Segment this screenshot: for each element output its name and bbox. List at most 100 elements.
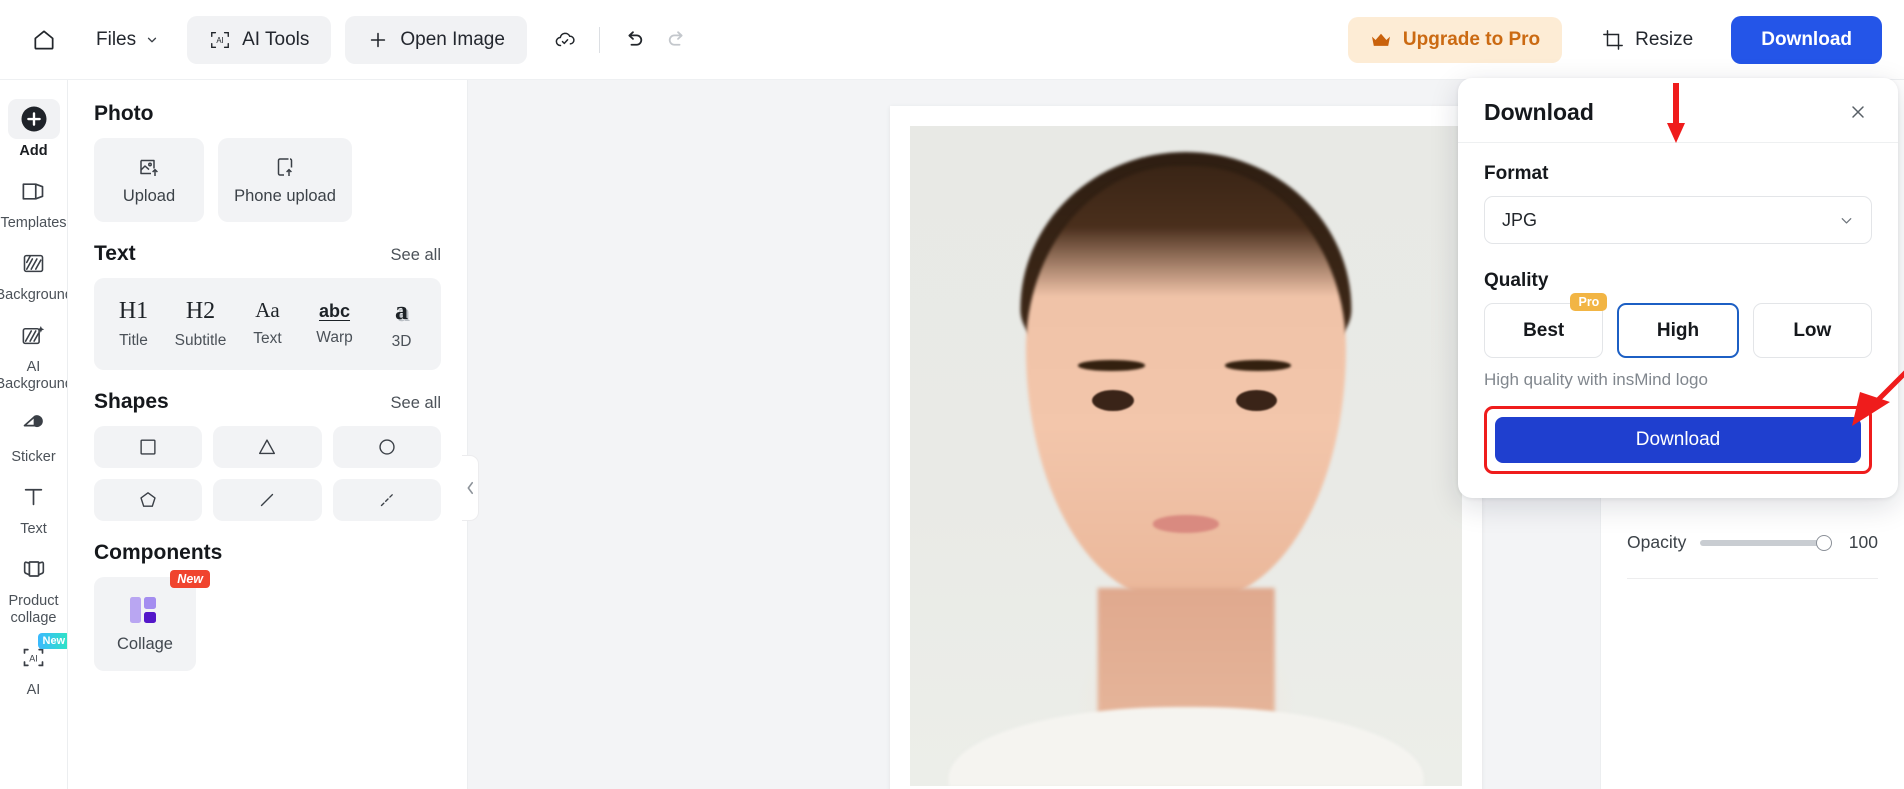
phone-upload-button[interactable]: Phone upload [218,138,352,222]
text-preset-label: Title [119,331,148,349]
sidebar-item-ai[interactable]: New AI AI [0,631,67,703]
artboard[interactable] [890,106,1482,789]
undo-button[interactable] [612,18,656,62]
warp-text-icon: abc [318,300,351,321]
sidebar-item-add[interactable]: Add [0,92,67,164]
text-preset-label: 3D [391,332,412,350]
shape-dashed-line[interactable] [332,479,441,521]
sidebar-item-label: AI Background [0,359,67,393]
svg-text:AI: AI [29,654,38,664]
download-popover-title: Download [1484,98,1594,125]
sticker-icon [8,405,60,445]
files-label: Files [96,28,137,50]
templates-icon [8,171,60,211]
shape-circle[interactable] [332,426,441,468]
sidebar-item-templates[interactable]: Templates [0,164,67,236]
triangle-shape-icon [256,436,278,458]
cloud-check-icon [553,28,577,52]
text-preset-3d[interactable]: a 3D [368,284,435,364]
sidebar-item-label: Templates [0,215,67,232]
heading-1-icon: H1 [118,297,149,324]
circle-shape-icon [376,436,398,458]
shapes-section-title: Shapes [94,390,169,413]
shape-triangle[interactable] [213,426,322,468]
shapes-section-header: Shapes See all [94,390,441,414]
text-see-all-link[interactable]: See all [391,246,441,265]
opacity-value: 100 [1848,532,1878,552]
sidebar-item-sticker[interactable]: Sticker [0,398,67,470]
collage-component-button[interactable]: New Collage [94,570,210,671]
upgrade-label: Upgrade to Pro [1402,28,1541,50]
home-icon [31,27,57,53]
collage-new-badge: New [170,570,210,588]
eyebrow-left [1078,360,1145,371]
shape-line[interactable] [213,479,322,521]
format-select[interactable]: JPG [1484,196,1872,244]
crop-icon [1602,29,1624,51]
format-label: Format [1484,163,1549,184]
sidebar-item-ai-background[interactable]: AI Background [0,308,67,397]
download-confirm-label: Download [1635,429,1721,450]
portrait-photo[interactable] [910,126,1462,786]
collage-icon [128,595,162,625]
download-toolbar-label: Download [1761,28,1852,50]
product-collage-icon [8,549,60,589]
shapes-see-all-link[interactable]: See all [391,394,441,413]
text-preset-label: Text [253,330,282,347]
format-value: JPG [1502,209,1538,230]
close-button[interactable] [1844,98,1872,126]
image-upload-icon [137,155,161,179]
upgrade-to-pro-button[interactable]: Upgrade to Pro [1347,16,1563,63]
sidebar-item-text[interactable]: Text [0,470,67,542]
properties-divider [1627,578,1878,579]
toolbar-divider [598,26,600,53]
red-down-arrow [1664,83,1688,145]
sidebar-item-label: Text [20,520,47,537]
ai-tools-icon: AI [209,29,231,51]
text-preset-title[interactable]: H1 Title [100,284,167,364]
phone-upload-icon [273,155,297,179]
text-preset-warp[interactable]: abc Warp [301,284,368,364]
pro-badge: Pro [1570,293,1608,311]
ai-tools-button[interactable]: AI AI Tools [187,15,332,64]
ai-tools-label: AI Tools [242,28,310,50]
components-section-header: Components [94,541,441,565]
text-presets: H1 Title H2 Subtitle Aa Text abc Warp a … [94,278,441,370]
left-rail: Add Templates Background [0,80,68,789]
opacity-control: Opacity 100 [1627,532,1878,553]
background-icon [8,243,60,283]
chevron-down-icon [1838,212,1855,229]
upload-button[interactable]: Upload [94,138,204,222]
download-toolbar-button[interactable]: Download [1731,15,1882,64]
open-image-button[interactable]: Open Image [345,15,527,64]
opacity-slider-knob[interactable] [1816,534,1832,551]
pentagon-shape-icon [137,489,159,511]
cloud-save-button[interactable] [543,18,587,62]
resize-button[interactable]: Resize [1584,17,1711,63]
sidebar-item-label: Product collage [8,592,59,626]
shape-pentagon[interactable] [94,479,203,521]
panel-collapse-button[interactable] [462,455,479,521]
sidebar-item-label: Add [19,143,48,159]
text-icon [8,477,60,517]
home-button[interactable] [22,18,66,62]
redo-button[interactable] [656,18,700,62]
sidebar-item-label: AI [26,681,41,698]
opacity-slider[interactable] [1700,534,1832,551]
upload-label: Upload [122,186,176,205]
dashed-line-shape-icon [376,489,398,511]
sidebar-item-label: Sticker [11,448,56,465]
shapes-grid [94,426,441,521]
download-confirm-button[interactable]: Download [1495,417,1861,463]
add-panel: Photo Upload Phone upload Text See all H… [68,80,468,789]
quality-option-best[interactable]: Pro Best [1484,293,1608,358]
text-preset-text[interactable]: Aa Text [234,284,301,364]
close-icon [1848,102,1868,122]
files-menu-button[interactable]: Files [78,18,173,62]
text-preset-subtitle[interactable]: H2 Subtitle [167,284,234,364]
quality-option-high[interactable]: High [1617,303,1739,358]
shape-square[interactable] [94,426,203,468]
svg-text:AI: AI [216,36,223,45]
sidebar-item-product-collage[interactable]: Product collage [0,542,67,631]
sidebar-item-background[interactable]: Background [0,236,67,308]
